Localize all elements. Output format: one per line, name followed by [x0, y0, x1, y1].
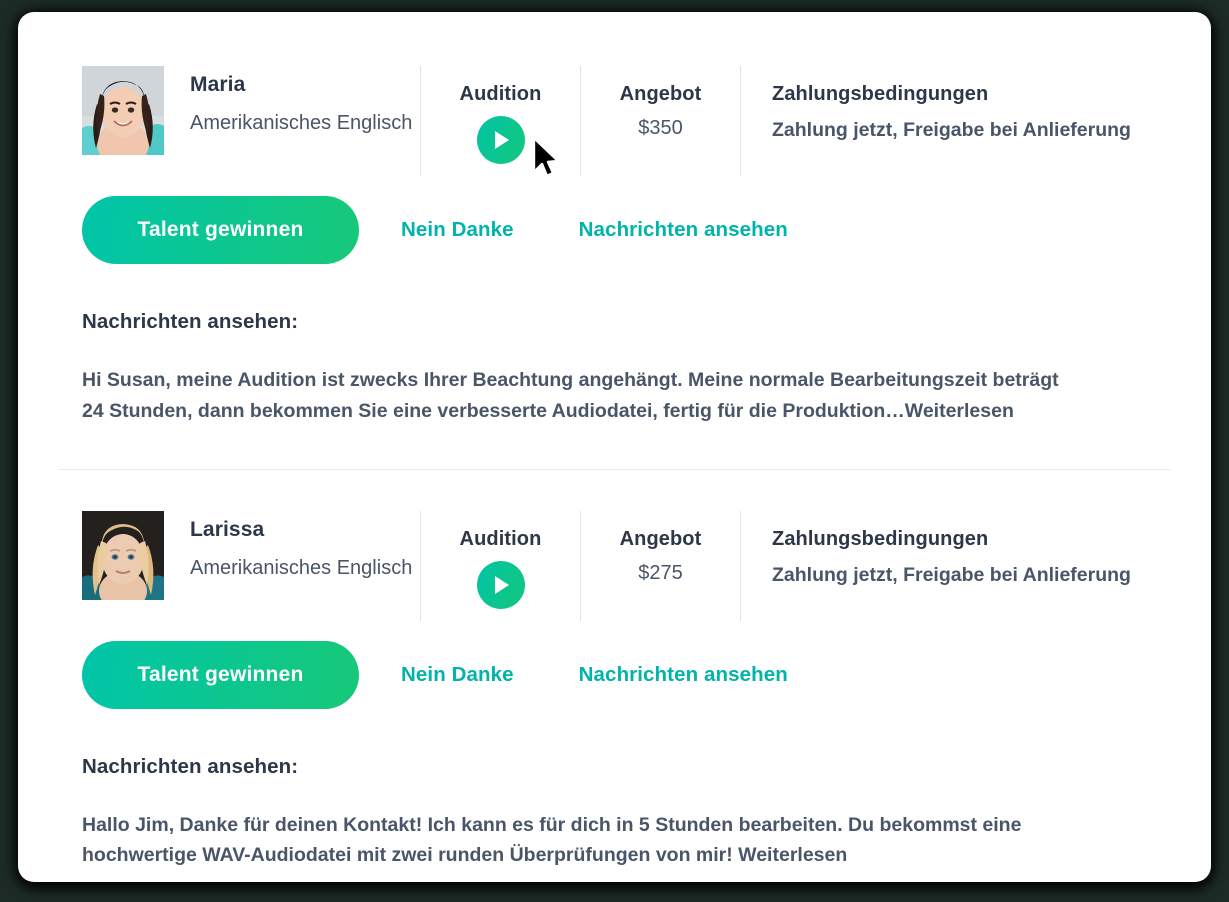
- view-messages-link[interactable]: Nachrichten ansehen: [579, 663, 788, 687]
- messages-heading: Nachrichten ansehen:: [82, 310, 299, 333]
- talent-action-row: Talent gewinnen Nein Danke Nachrichten a…: [18, 640, 1211, 709]
- payment-terms-value: Zahlung jetzt, Freigabe bei Anlieferung: [772, 119, 1131, 141]
- talent-language: Amerikanisches Englisch: [190, 112, 413, 135]
- payment-terms-label: Zahlungsbedingungen: [772, 83, 989, 105]
- payment-terms-value: Zahlung jetzt, Freigabe bei Anlieferung: [772, 563, 1131, 586]
- talent-info-row: Larissa Amerikanisches Englisch Audition…: [18, 510, 1211, 621]
- audition-column: Audition: [420, 66, 580, 178]
- message-text[interactable]: Hallo Jim, Danke für deinen Kontakt! Ich…: [18, 810, 1078, 872]
- win-talent-button[interactable]: Talent gewinnen: [82, 196, 359, 264]
- talent-language: Amerikanisches Englisch: [190, 556, 413, 579]
- avatar-maria[interactable]: [82, 66, 164, 155]
- audition-play-wrap: [439, 116, 562, 178]
- offer-amount: $275: [638, 561, 683, 584]
- talent-block-larissa: Larissa Amerikanisches Englisch Audition…: [18, 510, 1211, 872]
- payment-terms-label: Zahlungsbedingungen: [772, 527, 989, 550]
- top-spacer: [18, 12, 1211, 66]
- offer-label: Angebot: [619, 83, 702, 105]
- offer-amount: $350: [638, 117, 683, 139]
- talent-name: Larissa: [190, 517, 265, 541]
- view-messages-link[interactable]: Nachrichten ansehen: [579, 218, 788, 242]
- offer-label: Angebot: [619, 527, 702, 550]
- talent-identity: Maria Amerikanisches Englisch: [190, 66, 420, 137]
- avatar-larissa[interactable]: [82, 510, 164, 600]
- decline-link[interactable]: Nein Danke: [401, 663, 514, 687]
- offer-column: Angebot $275: [580, 510, 740, 621]
- decline-link[interactable]: Nein Danke: [401, 218, 514, 242]
- win-talent-button[interactable]: Talent gewinnen: [82, 640, 359, 709]
- talent-identity: Larissa Amerikanisches Englisch: [190, 511, 420, 582]
- talent-block-maria: Maria Amerikanisches Englisch Audition A…: [18, 66, 1211, 427]
- audition-play-wrap: [439, 560, 562, 609]
- talent-name: Maria: [190, 73, 246, 96]
- talent-proposals-card: Maria Amerikanisches Englisch Audition A…: [18, 12, 1211, 882]
- talent-info-row: Maria Amerikanisches Englisch Audition A…: [18, 66, 1211, 178]
- talent-action-row: Talent gewinnen Nein Danke Nachrichten a…: [18, 196, 1211, 264]
- offer-column: Angebot $350: [580, 66, 740, 176]
- audition-label: Audition: [459, 527, 542, 550]
- message-text[interactable]: Hi Susan, meine Audition ist zwecks Ihre…: [18, 365, 1078, 427]
- audition-column: Audition: [420, 510, 580, 621]
- play-icon[interactable]: [476, 116, 525, 164]
- payment-terms-column: Zahlungsbedingungen Zahlung jetzt, Freig…: [740, 66, 1200, 176]
- block-spacer-2: [18, 470, 1211, 511]
- payment-terms-column: Zahlungsbedingungen Zahlung jetzt, Freig…: [740, 510, 1200, 621]
- mouse-cursor-arrow: [532, 136, 560, 178]
- messages-heading: Nachrichten ansehen:: [82, 754, 299, 778]
- block-spacer-1: [18, 427, 1211, 469]
- play-icon[interactable]: [476, 560, 525, 609]
- audition-label: Audition: [459, 83, 542, 105]
